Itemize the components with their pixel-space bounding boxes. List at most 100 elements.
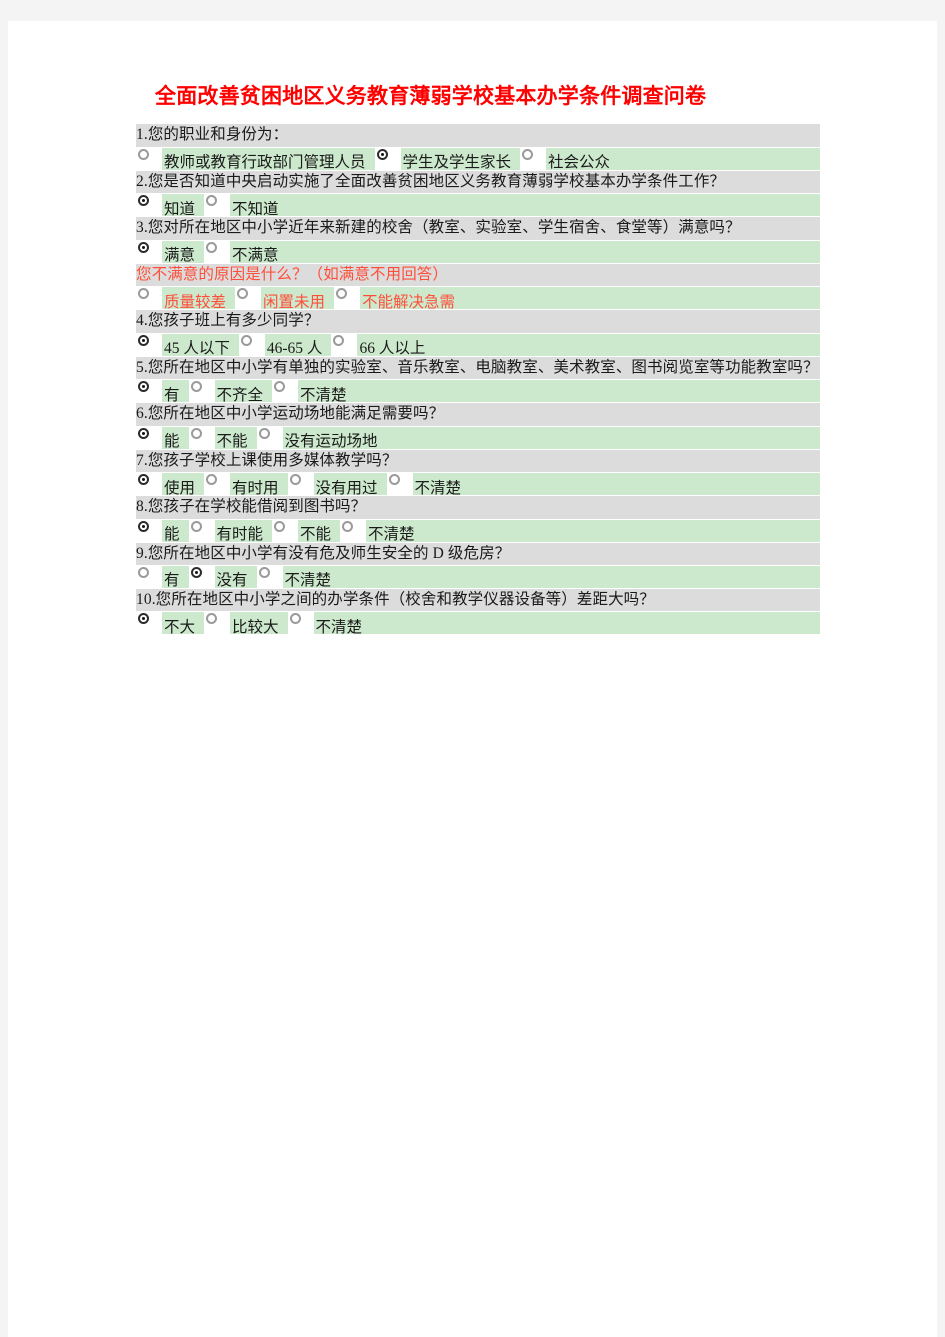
radio-button-icon[interactable] — [136, 565, 162, 588]
radio-option-q4-1[interactable]: 45 人以下 — [136, 333, 230, 358]
answer-cell: 知道 不知道 — [136, 193, 820, 218]
radio-option-q2-1[interactable]: 知道 — [136, 194, 195, 217]
radio-button-icon[interactable] — [520, 147, 547, 170]
radio-option-q10-2[interactable]: 比较大 — [204, 612, 279, 636]
radio-dot — [289, 613, 301, 625]
radio-option-q9-3[interactable]: 不清楚 — [256, 565, 331, 588]
radio-option-q4-2[interactable]: 46-65 人 — [238, 333, 322, 356]
radio-option-q7-1[interactable]: 使用 — [136, 473, 196, 497]
radio-option-label: 没有 — [216, 572, 248, 590]
radio-button-icon[interactable] — [188, 426, 215, 449]
radio-option-q8-1[interactable]: 能 — [136, 519, 180, 542]
radio-option-label: 不满意 — [232, 247, 279, 265]
radio-option-q3b-1[interactable]: 质量较差 — [136, 287, 226, 310]
radio-option-q3b-2[interactable]: 闲置未用 — [235, 287, 325, 310]
radio-option-q1-3[interactable]: 社会公众 — [520, 147, 610, 170]
radio-button-icon[interactable] — [136, 287, 162, 310]
radio-dot — [240, 334, 252, 346]
radio-option-label: 不能 — [216, 433, 248, 451]
radio-dot — [258, 427, 270, 439]
radio-option-q10-3[interactable]: 不清楚 — [287, 612, 362, 635]
radio-option-q8-2[interactable]: 有时能 — [188, 519, 263, 542]
radio-option-q4-3[interactable]: 66 人以上 — [331, 333, 426, 358]
question-cell: 9.您所在地区中小学有没有危及师生安全的 D 级危房？ — [136, 542, 820, 566]
radio-button-icon[interactable] — [331, 333, 358, 356]
radio-button-icon[interactable] — [386, 473, 413, 496]
radio-button-icon[interactable] — [136, 147, 162, 170]
radio-option-label: 比较大 — [232, 618, 279, 636]
radio-option-q2-2[interactable]: 不知道 — [204, 194, 279, 217]
radio-dot — [388, 474, 400, 486]
radio-option-label: 66 人以上 — [359, 340, 426, 358]
radio-button-icon[interactable] — [340, 519, 367, 542]
document-body: 全面改善贫困地区义务教育薄弱学校基本办学条件调查问卷 1.您的职业和身份为： 教师… — [136, 83, 820, 636]
radio-option-q7-4[interactable]: 不清楚 — [386, 473, 461, 496]
question-text: 5.您所在地区中小学有单独的实验室、音乐教室、电脑教室、美术教室、图书阅览室等功… — [136, 358, 819, 376]
radio-option-q6-3[interactable]: 没有运动场地 — [256, 426, 378, 449]
radio-button-icon[interactable] — [287, 612, 314, 635]
question-text: 您不满意的原因是什么？（如满意不用回答） — [136, 265, 449, 283]
radio-button-icon[interactable] — [287, 473, 314, 496]
radio-option-q8-4[interactable]: 不清楚 — [340, 519, 415, 542]
radio-button-checked-icon[interactable] — [374, 147, 401, 170]
radio-button-checked-icon[interactable] — [136, 473, 162, 496]
radio-option-q3-1[interactable]: 满意 — [136, 240, 195, 263]
radio-button-checked-icon[interactable] — [136, 194, 162, 217]
question-cell: 1.您的职业和身份为： — [136, 124, 820, 148]
radio-option-q5-1[interactable]: 有 — [136, 380, 180, 403]
radio-dot — [190, 566, 202, 578]
answer-cell: 教师或教育行政部门管理人员 学生及学生家长 社会公众 — [136, 147, 820, 171]
radio-option-q5-3[interactable]: 不清楚 — [272, 380, 347, 403]
radio-option-q3-2[interactable]: 不满意 — [204, 240, 279, 265]
radio-button-icon[interactable] — [188, 380, 215, 403]
radio-option-q10-1[interactable]: 不大 — [136, 612, 195, 635]
radio-button-icon[interactable] — [256, 565, 283, 588]
radio-option-q7-3[interactable]: 没有用过 — [287, 473, 378, 496]
radio-option-q1-2[interactable]: 学生及学生家长 — [374, 147, 511, 170]
radio-button-checked-icon[interactable] — [136, 426, 162, 449]
answer-row-q9: 有 没有 不清楚 — [136, 565, 820, 590]
radio-button-icon[interactable] — [204, 240, 231, 263]
radio-dot — [376, 148, 388, 160]
radio-option-q9-1[interactable]: 有 — [136, 565, 180, 588]
radio-option-q6-2[interactable]: 不能 — [188, 426, 248, 451]
radio-button-icon[interactable] — [272, 380, 299, 403]
radio-option-q3b-3[interactable]: 不能解决急需 — [334, 287, 455, 310]
radio-option-label: 使用 — [164, 479, 196, 497]
question-text: 1.您的职业和身份为： — [136, 126, 289, 144]
question-row-q8: 8.您孩子在学校能借阅到图书吗？ — [136, 495, 820, 520]
question-row-q7: 7.您孩子学校上课使用多媒体教学吗？ — [136, 449, 820, 474]
radio-option-q7-2[interactable]: 有时用 — [204, 473, 279, 496]
answer-row-q6: 能 不能 没有运动场地 — [136, 426, 820, 451]
radio-dot — [237, 288, 249, 300]
radio-button-icon[interactable] — [238, 333, 265, 356]
radio-option-q8-3[interactable]: 不能 — [272, 519, 332, 544]
radio-option-label: 45 人以下 — [164, 340, 230, 358]
radio-button-icon[interactable] — [204, 473, 231, 496]
radio-option-q1-1[interactable]: 教师或教育行政部门管理人员 — [136, 147, 366, 170]
radio-button-icon[interactable] — [204, 612, 231, 635]
radio-dot — [138, 195, 149, 207]
radio-button-checked-icon[interactable] — [136, 333, 162, 356]
radio-option-label: 不能 — [300, 526, 332, 544]
question-row-q2: 2.您是否知道中央启动实施了全面改善贫困地区义务教育薄弱学校基本办学条件工作？ — [136, 170, 820, 195]
radio-button-icon[interactable] — [334, 287, 361, 310]
radio-button-checked-icon[interactable] — [136, 612, 162, 635]
radio-button-icon[interactable] — [204, 194, 231, 217]
radio-button-icon[interactable] — [188, 519, 215, 542]
radio-dot — [289, 474, 301, 486]
radio-option-q9-2[interactable]: 没有 — [188, 565, 248, 590]
radio-button-icon[interactable] — [272, 519, 299, 542]
radio-button-checked-icon[interactable] — [136, 380, 162, 403]
radio-option-q6-1[interactable]: 能 — [136, 426, 180, 449]
radio-button-checked-icon[interactable] — [136, 240, 162, 263]
radio-dot — [342, 520, 354, 532]
radio-option-q5-2[interactable]: 不齐全 — [188, 380, 263, 403]
radio-dot — [522, 148, 534, 160]
question-row-q1: 1.您的职业和身份为： — [136, 124, 820, 148]
radio-button-icon[interactable] — [235, 287, 262, 310]
radio-button-checked-icon[interactable] — [188, 565, 215, 588]
radio-button-icon[interactable] — [256, 426, 283, 449]
question-text: 10.您所在地区中小学之间的办学条件（校舍和教学仪器设备等）差距大吗？ — [136, 590, 655, 608]
radio-button-checked-icon[interactable] — [136, 519, 162, 542]
